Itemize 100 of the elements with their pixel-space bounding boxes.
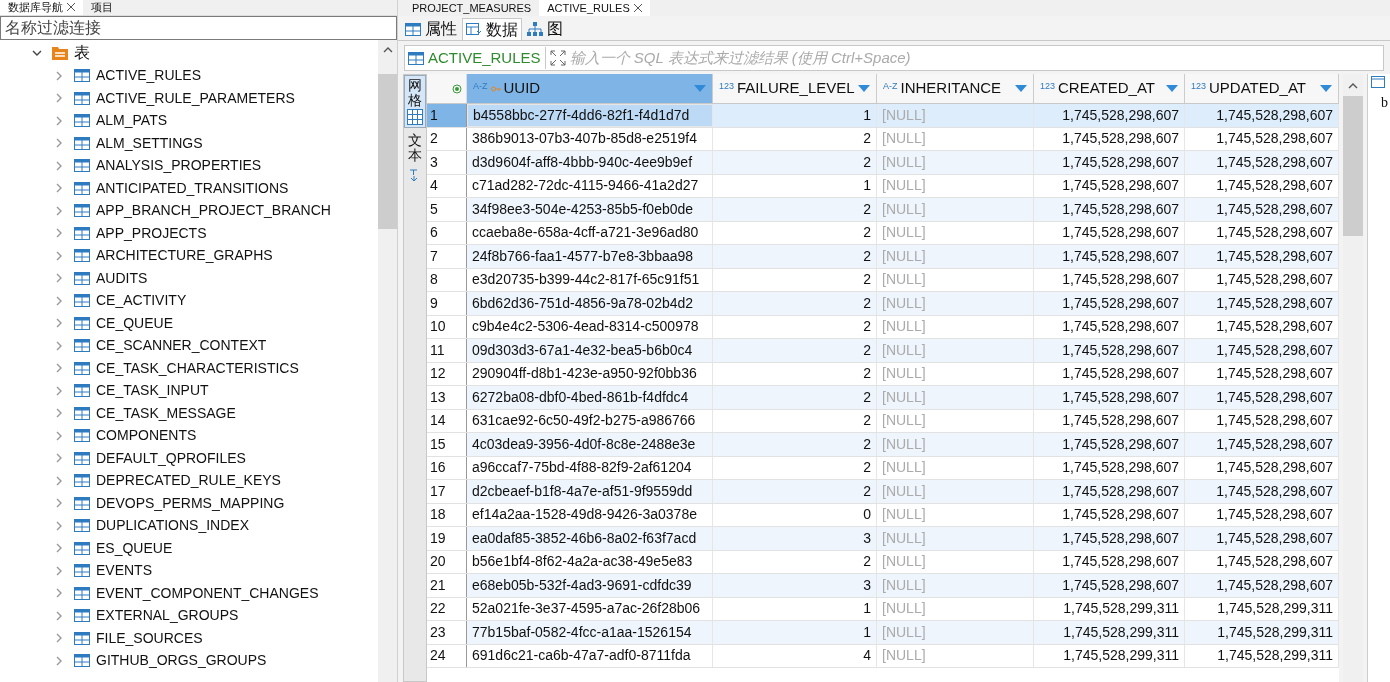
view-tab[interactable]: 图 (524, 18, 566, 40)
chevron-right-icon[interactable] (54, 93, 64, 104)
table-row[interactable]: 24 691d6c21-ca6b-47a7-adf0-8711fda 4 [NULL] 1,745,528,299,311 1,745,528,299,311 (427, 644, 1339, 668)
close-icon[interactable] (67, 3, 75, 11)
chevron-right-icon[interactable] (54, 138, 64, 149)
view-mode-toggle[interactable]: 文本 (404, 130, 426, 166)
close-icon[interactable] (633, 4, 642, 12)
chevron-right-icon[interactable] (54, 408, 64, 419)
chevron-right-icon[interactable] (54, 565, 64, 576)
table-row[interactable]: 8 e3d20735-b399-44c2-817f-65c91f51 2 [NULL] 1,745,528,298,607 1,745,528,298,607 (427, 268, 1339, 292)
table-row[interactable]: 13 6272ba08-dbf0-4bed-861b-f4dfdc4 2 [NULL] 1,745,528,298,607 1,745,528,298,607 (427, 386, 1339, 410)
tree-item[interactable]: ALM_SETTINGS (96, 132, 203, 154)
tree-item[interactable]: DEVOPS_PERMS_MAPPING (96, 492, 285, 514)
tree-item[interactable]: 表 (74, 41, 90, 66)
scroll-up-icon[interactable] (1348, 82, 1358, 90)
chevron-right-icon[interactable] (54, 183, 64, 194)
table-row[interactable]: 4 c71ad282-72dc-4115-9466-41a2d27 1 [NULL] 1,745,528,298,607 1,745,528,298,607 (427, 174, 1339, 198)
view-tab[interactable]: 属性 (402, 18, 460, 40)
table-row[interactable]: 21 e68eb05b-532f-4ad3-9691-cdfdc39 3 [NULL] 1,745,528,298,607 1,745,528,298,607 (427, 574, 1339, 598)
chevron-right-icon[interactable] (54, 543, 64, 554)
chevron-right-icon[interactable] (54, 520, 64, 531)
view-tab[interactable]: 数据 (462, 18, 522, 40)
tree-item[interactable]: APP_BRANCH_PROJECT_BRANCH (96, 200, 331, 222)
tree-item[interactable]: CE_SCANNER_CONTEXT (96, 335, 267, 357)
sort-dropdown-icon[interactable] (858, 85, 870, 92)
tree-item[interactable]: ACTIVE_RULE_PARAMETERS (96, 87, 295, 109)
scrollbar-thumb[interactable] (1343, 96, 1363, 236)
table-row[interactable]: 19 ea0daf85-3852-46b6-8a02-f63f7acd 3 [NULL] 1,745,528,298,607 1,745,528,298,607 (427, 527, 1339, 551)
table-row[interactable]: 22 52a021fe-3e37-4595-a7ac-26f28b06 1 [NULL] 1,745,528,299,311 1,745,528,299,311 (427, 597, 1339, 621)
tree-item[interactable]: ACTIVE_RULES (96, 65, 202, 87)
tree-item[interactable]: GITHUB_ORGS_GROUPS (96, 650, 267, 672)
tree-item[interactable]: AUDITS (96, 267, 148, 289)
chevron-right-icon[interactable] (54, 655, 64, 666)
chevron-right-icon[interactable] (54, 385, 64, 396)
chevron-right-icon[interactable] (54, 228, 64, 239)
tree-item[interactable]: ALM_PATS (96, 110, 168, 132)
chevron-right-icon[interactable] (54, 250, 64, 261)
table-row[interactable]: 17 d2cbeaef-b1f8-4a7e-af51-9f9559dd 2 [NULL] 1,745,528,298,607 1,745,528,298,607 (427, 480, 1339, 504)
chevron-right-icon[interactable] (54, 340, 64, 351)
filter-field[interactable]: 名称过滤连接 (0, 16, 397, 40)
column-header[interactable]: A-Z UUID (467, 74, 713, 103)
table-row[interactable]: 11 09d303d3-67a1-4e32-bea5-b6b0c4 2 [NULL] 1,745,528,298,607 1,745,528,298,607 (427, 339, 1339, 363)
tree-item[interactable]: CE_ACTIVITY (96, 290, 187, 312)
scroll-up-icon[interactable] (382, 46, 393, 54)
panel-icon[interactable] (1371, 76, 1385, 88)
chevron-right-icon[interactable] (54, 363, 64, 374)
editor-tab[interactable]: ACTIVE_RULES (539, 0, 650, 16)
tree-item[interactable]: CE_TASK_MESSAGE (96, 402, 236, 424)
tree-item[interactable]: APP_PROJECTS (96, 222, 207, 244)
table-row[interactable]: 1 b4558bbc-277f-4dd6-82f1-f4d1d7d 1 [NULL] 1,745,528,298,607 1,745,528,298,607 (427, 104, 1339, 128)
table-row[interactable]: 2 386b9013-07b3-407b-85d8-e2519f4 2 [NULL] 1,745,528,298,607 1,745,528,298,607 (427, 127, 1339, 151)
tree-item[interactable]: COMPONENTS (96, 425, 197, 447)
tree-item[interactable]: CE_QUEUE (96, 312, 174, 334)
chevron-right-icon[interactable] (54, 498, 64, 509)
tree-item[interactable]: EXTERNAL_GROUPS (96, 605, 239, 627)
tree-item[interactable]: DEFAULT_QPROFILES (96, 447, 246, 469)
chevron-right-icon[interactable] (54, 160, 64, 171)
chevron-right-icon[interactable] (54, 205, 64, 216)
chevron-right-icon[interactable] (54, 318, 64, 329)
chevron-right-icon[interactable] (54, 430, 64, 441)
chevron-right-icon[interactable] (54, 610, 64, 621)
tree-item[interactable]: ARCHITECTURE_GRAPHS (96, 245, 273, 267)
table-row[interactable]: 15 4c03dea9-3956-4d0f-8c8e-2488e3e 2 [NULL] 1,745,528,298,607 1,745,528,298,607 (427, 433, 1339, 457)
tree-item[interactable]: DEPRECATED_RULE_KEYS (96, 470, 281, 492)
table-row[interactable]: 18 ef14a2aa-1528-49d8-9426-3a0378e 0 [NULL] 1,745,528,298,607 1,745,528,298,607 (427, 503, 1339, 527)
chevron-right-icon[interactable] (54, 115, 64, 126)
tree-item[interactable]: EVENT_COMPONENT_CHANGES (96, 582, 319, 604)
sort-dropdown-icon[interactable] (694, 85, 706, 92)
table-row[interactable]: 5 34f98ee3-504e-4253-85b5-f0eb0de 2 [NULL] 1,745,528,298,607 1,745,528,298,607 (427, 198, 1339, 222)
table-row[interactable]: 3 d3d9604f-aff8-4bbb-940c-4ee9b9ef 2 [NULL] 1,745,528,298,607 1,745,528,298,607 (427, 151, 1339, 175)
chevron-right-icon[interactable] (54, 273, 64, 284)
sort-dropdown-icon[interactable] (1015, 85, 1027, 92)
table-row[interactable]: 9 6bd62d36-751d-4856-9a78-02b4d2 2 [NULL] 1,745,528,298,607 1,745,528,298,607 (427, 292, 1339, 316)
table-row[interactable]: 20 b56e1bf4-8f62-4a2a-ac38-49e5e83 2 [NULL] 1,745,528,298,607 1,745,528,298,607 (427, 550, 1339, 574)
tree-item[interactable]: EVENTS (96, 560, 152, 582)
chevron-right-icon[interactable] (54, 295, 64, 306)
table-row[interactable]: 10 c9b4e4c2-5306-4ead-8314-c500978 2 [NULL] 1,745,528,298,607 1,745,528,298,607 (427, 315, 1339, 339)
tree-item[interactable]: DUPLICATIONS_INDEX (96, 515, 249, 537)
expand-icon[interactable] (549, 50, 566, 66)
table-row[interactable]: 23 77b15baf-0582-4fcc-a1aa-1526154 1 [NULL] 1,745,528,299,311 1,745,528,299,311 (427, 621, 1339, 645)
sort-dropdown-icon[interactable] (1320, 85, 1332, 92)
tree-item[interactable]: CE_TASK_CHARACTERISTICS (96, 357, 299, 379)
filter-bar[interactable]: ACTIVE_RULES 输入一个 SQL 表达式来过滤结果 (使用 Ctrl+Space) (404, 45, 1384, 71)
chevron-right-icon[interactable] (54, 70, 64, 81)
sort-dropdown-icon[interactable] (1166, 85, 1178, 92)
table-row[interactable]: 16 a96ccaf7-75bd-4f88-82f9-2af61204 2 [NULL] 1,745,528,298,607 1,745,528,298,607 (427, 456, 1339, 480)
chevron-right-icon[interactable] (54, 453, 64, 464)
table-row[interactable]: 6 ccaeba8e-658a-4cff-a721-3e96ad80 2 [NULL] 1,745,528,298,607 1,745,528,298,607 (427, 221, 1339, 245)
tree-item[interactable]: FILE_SOURCES (96, 627, 203, 649)
tree-item[interactable]: ES_QUEUE (96, 537, 173, 559)
navigator-tab[interactable]: 数据库导航 (0, 0, 83, 15)
scrollbar[interactable] (378, 40, 397, 682)
sql-filter-input[interactable]: 输入一个 SQL 表达式来过滤结果 (使用 Ctrl+Space) (569, 46, 1380, 70)
view-mode-toggle[interactable]: 网格 (404, 75, 426, 128)
tree-item[interactable]: ANTICIPATED_TRANSITIONS (96, 177, 289, 199)
tree-item[interactable]: CE_TASK_INPUT (96, 380, 209, 402)
chevron-right-icon[interactable] (54, 633, 64, 644)
record-icon[interactable] (452, 83, 462, 94)
chevron-right-icon[interactable] (54, 588, 64, 599)
tree-item[interactable]: ANALYSIS_PROPERTIES (96, 155, 262, 177)
